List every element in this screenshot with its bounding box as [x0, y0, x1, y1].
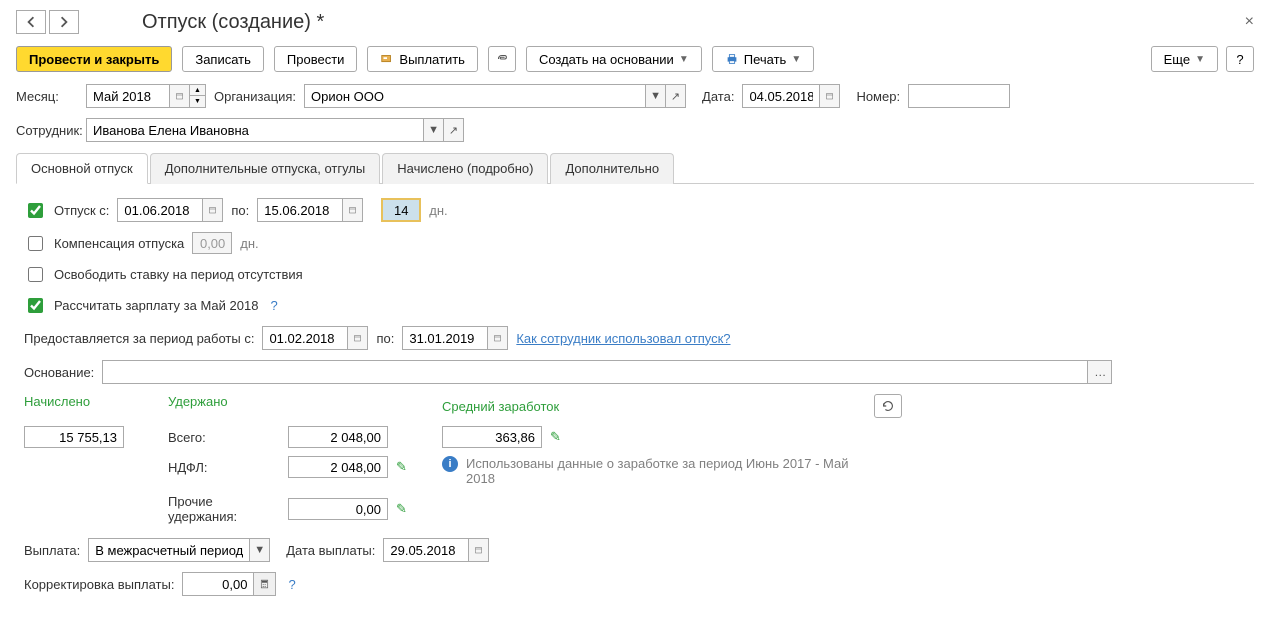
ndfl-label: НДФЛ:: [168, 460, 280, 475]
payout-input[interactable]: [89, 539, 249, 561]
other-value[interactable]: [288, 498, 388, 520]
pencil-icon[interactable]: ✎: [396, 459, 407, 475]
calc-salary-label: Рассчитать зарплату за Май 2018: [54, 298, 258, 313]
vacation-checkbox[interactable]: [28, 203, 43, 218]
pay-button[interactable]: Выплатить: [367, 46, 478, 72]
attach-button[interactable]: [488, 46, 516, 72]
chevron-down-icon: ▼: [791, 54, 801, 65]
total-label: Всего:: [168, 430, 280, 445]
release-checkbox[interactable]: [28, 267, 43, 282]
payout-label: Выплата:: [24, 543, 80, 558]
org-open[interactable]: ↗: [665, 85, 685, 107]
basis-input[interactable]: [103, 361, 1087, 383]
calendar-icon[interactable]: [468, 539, 488, 561]
org-dropdown[interactable]: ▼: [645, 85, 665, 107]
total-value[interactable]: [288, 426, 388, 448]
print-label: Печать: [744, 52, 787, 67]
employee-open[interactable]: ↗: [443, 119, 463, 141]
vacation-to-input[interactable]: [258, 199, 342, 221]
calendar-icon[interactable]: [342, 199, 362, 221]
pencil-icon[interactable]: ✎: [396, 501, 407, 517]
chevron-down-icon: ▼: [1195, 54, 1205, 65]
calculator-icon[interactable]: [253, 573, 275, 595]
calendar-icon[interactable]: [347, 327, 367, 349]
withheld-header: Удержано: [168, 394, 228, 409]
calendar-icon[interactable]: [819, 85, 839, 107]
org-label: Организация:: [214, 89, 296, 104]
pay-button-label: Выплатить: [399, 52, 465, 67]
tab-extra[interactable]: Дополнительно: [550, 153, 674, 184]
date-label: Дата:: [702, 89, 734, 104]
close-button[interactable]: ×: [1245, 13, 1254, 31]
other-label: Прочие удержания:: [168, 494, 280, 524]
date-input[interactable]: [743, 85, 819, 107]
page-title: Отпуск (создание) *: [142, 11, 324, 34]
usage-link[interactable]: Как сотрудник использовал отпуск?: [516, 331, 730, 346]
print-button[interactable]: Печать ▼: [712, 46, 815, 72]
org-input[interactable]: [305, 85, 645, 107]
post-button[interactable]: Провести: [274, 46, 358, 72]
help-button[interactable]: ?: [1226, 46, 1254, 72]
month-up[interactable]: ▲: [189, 85, 205, 96]
period-from-input[interactable]: [263, 327, 347, 349]
period-to-input[interactable]: [403, 327, 487, 349]
basis-label: Основание:: [24, 365, 94, 380]
create-based-button[interactable]: Создать на основании ▼: [526, 46, 702, 72]
calc-salary-checkbox[interactable]: [28, 298, 43, 313]
accrued-header: Начислено: [24, 394, 90, 409]
period-to-label: по:: [376, 331, 394, 346]
employee-label: Сотрудник:: [16, 123, 78, 138]
more-label: Еще: [1164, 52, 1190, 67]
help-icon[interactable]: ?: [284, 577, 299, 592]
vacation-to-label: по:: [231, 203, 249, 218]
calendar-icon[interactable]: [169, 85, 189, 107]
number-label: Номер:: [856, 89, 900, 104]
create-based-label: Создать на основании: [539, 52, 674, 67]
vacation-from-input[interactable]: [118, 199, 202, 221]
chevron-down-icon: ▼: [679, 54, 689, 65]
payout-dropdown[interactable]: ▼: [249, 539, 269, 561]
employee-input[interactable]: [87, 119, 423, 141]
period-label: Предоставляется за период работы с:: [24, 331, 254, 346]
correction-label: Корректировка выплаты:: [24, 577, 174, 592]
more-button[interactable]: Еще ▼: [1151, 46, 1218, 72]
calendar-icon[interactable]: [202, 199, 222, 221]
correction-input[interactable]: [183, 573, 253, 595]
forward-button[interactable]: [49, 10, 79, 34]
post-and-close-button[interactable]: Провести и закрыть: [16, 46, 172, 72]
calendar-icon[interactable]: [487, 327, 507, 349]
employee-dropdown[interactable]: ▼: [423, 119, 443, 141]
help-icon[interactable]: ?: [266, 298, 281, 313]
pencil-icon[interactable]: ✎: [550, 429, 561, 445]
tab-main-vacation[interactable]: Основной отпуск: [16, 153, 148, 184]
compensation-label: Компенсация отпуска: [54, 236, 184, 251]
paydate-label: Дата выплаты:: [286, 543, 375, 558]
number-input[interactable]: [909, 85, 1009, 107]
avg-value[interactable]: [442, 426, 542, 448]
avg-header: Средний заработок: [442, 399, 559, 414]
accrued-value[interactable]: [24, 426, 124, 448]
refresh-button[interactable]: [874, 394, 902, 418]
vacation-days[interactable]: [383, 200, 419, 220]
compensation-checkbox[interactable]: [28, 236, 43, 251]
vacation-from-label: Отпуск с:: [54, 203, 109, 218]
paydate-input[interactable]: [384, 539, 468, 561]
month-down[interactable]: ▼: [189, 96, 205, 107]
tab-additional[interactable]: Дополнительные отпуска, отгулы: [150, 153, 381, 184]
save-button[interactable]: Записать: [182, 46, 264, 72]
month-input[interactable]: [87, 85, 169, 107]
info-text: Использованы данные о заработке за перио…: [466, 456, 866, 486]
basis-select[interactable]: …: [1087, 361, 1111, 383]
compensation-days: [192, 232, 232, 254]
month-label: Месяц:: [16, 89, 78, 104]
days-unit: дн.: [429, 203, 447, 218]
info-icon: i: [442, 456, 458, 472]
tab-accrued-detail[interactable]: Начислено (подробно): [382, 153, 548, 184]
release-label: Освободить ставку на период отсутствия: [54, 267, 303, 282]
back-button[interactable]: [16, 10, 46, 34]
comp-days-unit: дн.: [240, 236, 258, 251]
ndfl-value[interactable]: [288, 456, 388, 478]
